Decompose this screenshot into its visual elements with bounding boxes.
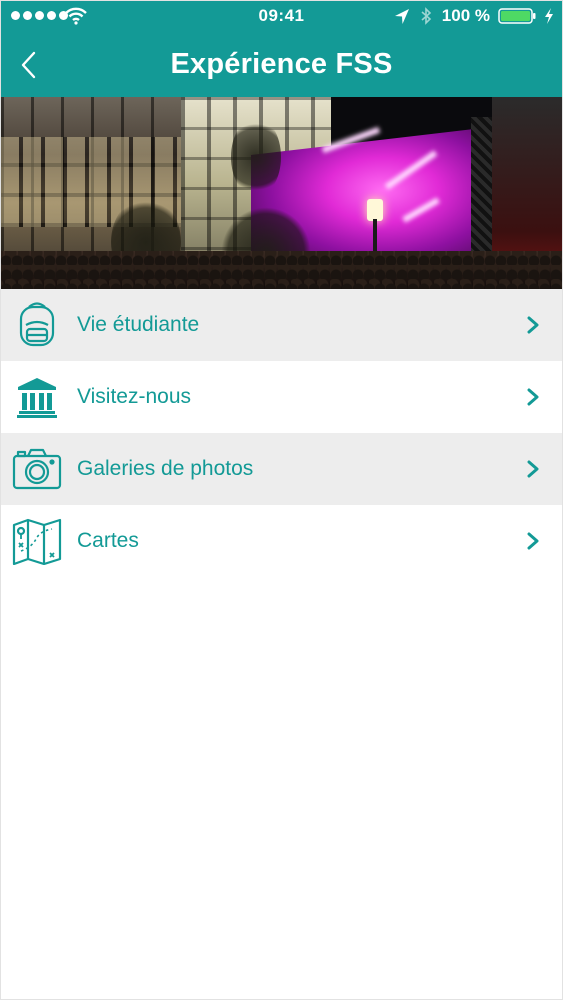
charging-bolt-icon xyxy=(545,8,553,24)
chevron-right-icon xyxy=(527,388,539,406)
menu-list: Vie étudiante Visitez-nous Galeries de p… xyxy=(1,289,562,577)
battery-icon xyxy=(498,8,536,24)
bluetooth-icon xyxy=(421,7,431,25)
page-title: Expérience FSS xyxy=(170,47,393,80)
location-arrow-icon xyxy=(394,9,409,24)
app-screen: 09:41 100 % Expérience FSS Vie étudiante… xyxy=(0,0,563,1000)
backpack-icon xyxy=(11,301,63,349)
battery-percentage: 100 % xyxy=(441,6,490,25)
menu-item-vie-etudiante[interactable]: Vie étudiante xyxy=(1,289,562,361)
camera-icon xyxy=(11,445,63,493)
menu-item-label: Vie étudiante xyxy=(77,313,200,336)
chevron-right-icon xyxy=(527,316,539,334)
navigation-bar: Expérience FSS xyxy=(1,33,562,97)
back-button[interactable] xyxy=(11,45,45,85)
menu-item-label: Cartes xyxy=(77,529,139,552)
chevron-left-icon xyxy=(21,51,36,79)
menu-item-galeries-de-photos[interactable]: Galeries de photos xyxy=(1,433,562,505)
chevron-right-icon xyxy=(527,532,539,550)
top-bar: 09:41 100 % Expérience FSS xyxy=(1,1,562,97)
status-bar: 09:41 100 % xyxy=(1,1,562,33)
map-icon xyxy=(11,517,63,565)
status-right-group: 100 % xyxy=(394,6,554,26)
chevron-right-icon xyxy=(527,460,539,478)
menu-item-label: Visitez-nous xyxy=(77,385,192,408)
menu-item-visitez-nous[interactable]: Visitez-nous xyxy=(1,361,562,433)
menu-item-cartes[interactable]: Cartes xyxy=(1,505,562,577)
hero-concert-image xyxy=(1,97,562,289)
building-icon xyxy=(11,373,63,421)
menu-item-label: Galeries de photos xyxy=(77,457,254,480)
